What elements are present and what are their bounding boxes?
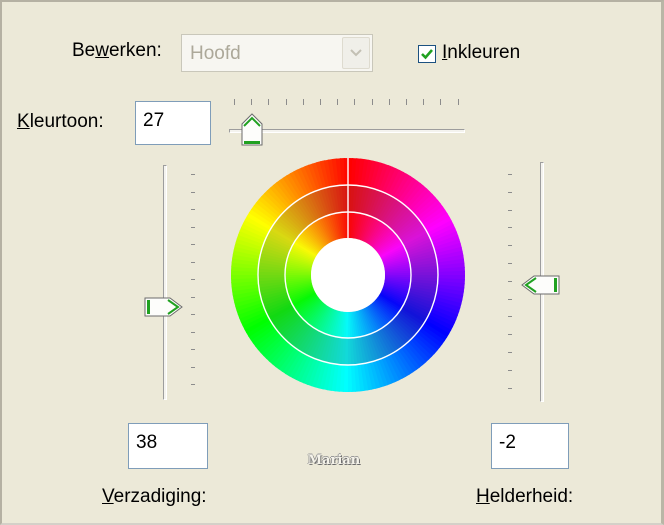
hue-label-post: leurtoon: <box>29 111 104 132</box>
slider-tick <box>423 99 425 105</box>
slider-tick <box>191 244 195 245</box>
slider-tick <box>320 99 321 105</box>
saturation-slider-thumb[interactable] <box>144 296 184 318</box>
lightness-label-post: elderheid: <box>489 486 574 507</box>
slider-tick <box>508 352 512 353</box>
color-wheel[interactable] <box>231 158 465 392</box>
edit-combo[interactable]: Hoofd <box>181 34 373 72</box>
slider-tick <box>508 174 512 175</box>
slider-tick <box>406 99 407 105</box>
slider-tick <box>191 279 195 280</box>
slider-tick <box>191 209 195 210</box>
hue-label-access-key: K <box>17 111 30 132</box>
color-wheel-center <box>311 238 385 312</box>
slider-tick <box>268 99 270 105</box>
slider-tick <box>508 263 512 264</box>
saturation-slider-track[interactable] <box>163 165 167 400</box>
slider-tick <box>191 174 195 175</box>
edit-combo-value: Hoofd <box>190 43 241 64</box>
slider-tick <box>508 280 512 282</box>
saturation-label: Verzadiging: <box>102 486 207 508</box>
lightness-input[interactable]: -2 <box>491 423 569 469</box>
edit-label-access-key: w <box>95 40 109 61</box>
slider-tick <box>191 349 195 350</box>
slider-tick <box>302 99 304 105</box>
slider-tick <box>191 384 195 385</box>
slider-tick <box>191 261 195 263</box>
hue-slider-track[interactable] <box>229 129 465 133</box>
slider-tick <box>440 99 442 105</box>
edit-label: Bewerken: <box>72 40 162 62</box>
slider-tick <box>508 387 512 389</box>
edit-label-pre: Be <box>72 40 96 61</box>
slider-tick <box>191 191 195 193</box>
edit-combo-dropdown-button[interactable] <box>342 37 370 69</box>
lightness-label: Helderheid: <box>476 486 573 508</box>
saturation-label-post: erzadiging: <box>113 486 207 507</box>
slider-tick <box>251 99 253 105</box>
chevron-down-icon <box>350 49 362 57</box>
hue-saturation-panel: Bewerken: Hoofd Inkleuren Kleurtoon: 27 <box>0 0 664 525</box>
hue-input[interactable]: 27 <box>135 101 211 145</box>
slider-tick <box>191 226 195 228</box>
hue-label: Kleurtoon: <box>17 111 104 133</box>
hue-slider-thumb[interactable] <box>240 112 264 146</box>
slider-tick <box>508 298 512 300</box>
slider-tick <box>234 99 235 105</box>
colorize-label[interactable]: Inkleuren <box>442 42 520 64</box>
slider-tick <box>508 316 512 318</box>
watermark-signature: Marian <box>307 453 361 468</box>
slider-tick <box>388 99 390 105</box>
slider-tick <box>508 245 512 247</box>
slider-tick <box>285 99 287 105</box>
lightness-label-access-key: H <box>476 486 490 507</box>
slider-tick <box>371 99 373 105</box>
saturation-label-access-key: V <box>102 486 114 507</box>
slider-tick <box>457 99 459 105</box>
edit-label-post: erken: <box>108 40 162 61</box>
slider-tick <box>337 99 339 105</box>
slider-tick <box>191 314 195 315</box>
slider-tick <box>191 331 195 333</box>
slider-tick <box>191 296 195 298</box>
slider-tick <box>508 369 512 371</box>
slider-tick <box>354 99 356 105</box>
slider-tick <box>191 366 195 368</box>
slider-tick <box>508 334 512 336</box>
slider-tick <box>508 227 512 229</box>
lightness-slider-thumb[interactable] <box>520 274 560 296</box>
slider-tick <box>508 209 512 211</box>
slider-tick <box>508 191 512 193</box>
saturation-input[interactable]: 38 <box>128 423 208 469</box>
checkmark-icon <box>421 49 433 60</box>
colorize-label-post: nkleuren <box>447 42 521 63</box>
colorize-checkbox[interactable] <box>418 45 436 63</box>
